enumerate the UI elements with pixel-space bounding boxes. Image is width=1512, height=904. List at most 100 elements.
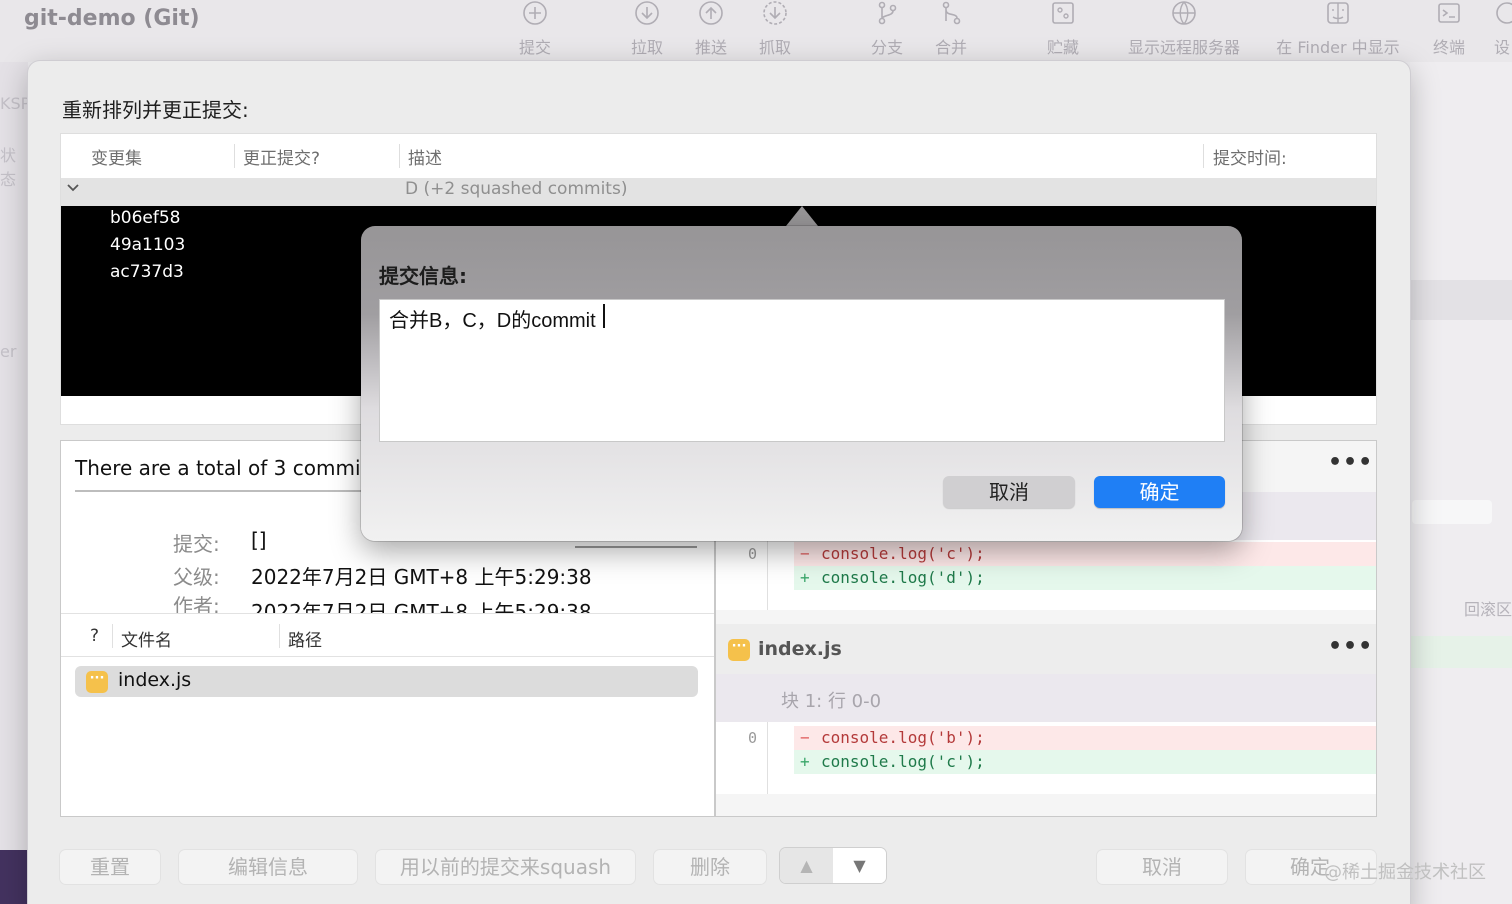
toolbar-stash-button[interactable]: 贮藏 bbox=[1028, 0, 1098, 60]
watermark: @稀土掘金技术社区 bbox=[1324, 862, 1486, 883]
toolbar-branch-label: 分支 bbox=[870, 38, 903, 57]
line-number: 0 bbox=[748, 545, 758, 563]
reset-button[interactable]: 重置 bbox=[60, 850, 160, 884]
edit-message-button[interactable]: 编辑信息 bbox=[179, 850, 357, 884]
hunk-label: 块 1: 行 0-0 bbox=[781, 691, 882, 712]
commit-label: 提交: bbox=[173, 532, 220, 556]
globe-icon bbox=[1172, 1, 1196, 25]
commit-value: [] bbox=[251, 528, 267, 552]
toolbar-settings-button[interactable]: 设 bbox=[1484, 0, 1512, 60]
parent-label: 父级: bbox=[173, 565, 220, 589]
toolbar-fetch-button[interactable]: 抓取 bbox=[740, 0, 810, 60]
finder-icon bbox=[1327, 2, 1349, 24]
toolbar-commit-button[interactable]: 提交 bbox=[500, 0, 570, 60]
text-caret bbox=[603, 304, 605, 328]
minus-sign: − bbox=[800, 728, 810, 747]
commit-hash[interactable]: 49a1103 bbox=[110, 235, 185, 255]
toolbar-commit-label: 提交 bbox=[518, 38, 551, 57]
squash-with-previous-button[interactable]: 用以前的提交来squash bbox=[376, 850, 635, 884]
branch-icon bbox=[878, 1, 897, 25]
delete-button[interactable]: 删除 bbox=[654, 850, 766, 884]
popover-pointer bbox=[786, 206, 818, 226]
arrow-down-dashed-circle-icon bbox=[763, 1, 787, 25]
move-down-button[interactable]: ▼ bbox=[833, 848, 886, 883]
column-separator bbox=[234, 144, 235, 168]
main-toolbar: 提交 拉取 推送 抓取 分支 合并 贮藏 显示远程服务器 在 Finder 中显… bbox=[0, 0, 1512, 62]
author-value: 2022年7月2日 GMT+8 上午5:29:38 bbox=[251, 600, 592, 613]
column-header-description[interactable]: 描述 bbox=[408, 144, 442, 169]
deleted-code: console.log('c'); bbox=[821, 544, 985, 563]
column-header-commit-time[interactable]: 提交时间: bbox=[1213, 144, 1287, 169]
arrow-down-circle-icon bbox=[635, 1, 659, 25]
background-dock-strip bbox=[0, 850, 30, 904]
sheet-title: 重新排列并更正提交: bbox=[62, 98, 249, 122]
background-right-text: 回滚区 bbox=[1464, 600, 1512, 619]
commit-message-input[interactable]: 合并B，C，D的commit bbox=[379, 299, 1225, 442]
popover-ok-button[interactable]: 确定 bbox=[1094, 476, 1225, 508]
popover-cancel-button[interactable]: 取消 bbox=[943, 476, 1075, 508]
column-separator bbox=[399, 144, 400, 168]
settings-icon bbox=[1496, 2, 1512, 24]
toolbar-show-in-finder-button[interactable]: 在 Finder 中显示 bbox=[1266, 0, 1410, 60]
toolbar-terminal-button[interactable]: 终端 bbox=[1414, 0, 1484, 60]
squashed-commit-row[interactable] bbox=[61, 178, 1376, 206]
column-header-path[interactable]: 路径 bbox=[288, 626, 322, 651]
minus-sign: − bbox=[800, 544, 810, 563]
file-name: index.js bbox=[118, 669, 192, 691]
toolbar-settings-label: 设 bbox=[1494, 38, 1511, 57]
chevron-down-icon[interactable] bbox=[66, 180, 80, 199]
merge-icon bbox=[942, 1, 961, 25]
toolbar-fetch-label: 抓取 bbox=[758, 38, 791, 57]
toolbar-show-remote-label: 显示远程服务器 bbox=[1127, 38, 1240, 57]
toolbar-terminal-label: 终端 bbox=[1432, 38, 1465, 57]
toolbar-show-remote-button[interactable]: 显示远程服务器 bbox=[1114, 0, 1254, 60]
squashed-commit-description: D (+2 squashed commits) bbox=[405, 179, 628, 199]
more-options-icon[interactable]: ••• bbox=[1328, 634, 1373, 659]
column-separator bbox=[112, 624, 113, 648]
js-file-icon: ··· bbox=[728, 639, 750, 661]
diff-file-name: index.js bbox=[758, 638, 842, 660]
author-label: 作者: bbox=[173, 594, 220, 613]
toolbar-branch-button[interactable]: 分支 bbox=[852, 0, 922, 60]
sidebar-text-status: 状态 bbox=[0, 146, 17, 189]
plus-sign: + bbox=[800, 568, 810, 587]
added-code: console.log('c'); bbox=[821, 752, 985, 771]
column-header-status[interactable]: ? bbox=[90, 626, 99, 646]
commit-hash[interactable]: ac737d3 bbox=[110, 262, 184, 282]
column-header-changeset[interactable]: 变更集 bbox=[91, 144, 142, 169]
cancel-button[interactable]: 取消 bbox=[1097, 850, 1227, 884]
column-separator bbox=[1203, 144, 1204, 168]
column-header-amend[interactable]: 更正提交? bbox=[243, 144, 320, 169]
added-code: console.log('d'); bbox=[821, 568, 985, 587]
toolbar-pull-button[interactable]: 拉取 bbox=[612, 0, 682, 60]
more-options-icon[interactable]: ••• bbox=[1328, 450, 1373, 475]
toolbar-stash-label: 贮藏 bbox=[1046, 38, 1079, 57]
parent-value: 2022年7月2日 GMT+8 上午5:29:38 bbox=[251, 565, 592, 589]
sidebar-text-ksp: KSP bbox=[0, 94, 31, 113]
background-right-strip bbox=[1410, 280, 1512, 320]
column-separator bbox=[279, 624, 280, 648]
commit-hash[interactable]: b06ef58 bbox=[110, 208, 181, 228]
toolbar-pull-label: 拉取 bbox=[630, 38, 663, 57]
popover-title: 提交信息: bbox=[379, 264, 467, 288]
plus-circle-icon bbox=[523, 1, 547, 25]
move-up-button[interactable]: ▲ bbox=[780, 848, 833, 883]
line-number: 0 bbox=[748, 729, 758, 747]
arrow-up-circle-icon bbox=[699, 1, 723, 25]
line-gutter bbox=[716, 722, 768, 794]
background-right-panel bbox=[1410, 62, 1512, 904]
line-gutter bbox=[716, 540, 768, 610]
sidebar-text-er: er bbox=[0, 342, 17, 361]
terminal-icon bbox=[1438, 3, 1460, 23]
deleted-code: console.log('b'); bbox=[821, 728, 985, 747]
background-right-field bbox=[1412, 500, 1492, 524]
background-sidebar: KSP 状态 er bbox=[0, 62, 31, 904]
stash-icon bbox=[1052, 2, 1074, 24]
toolbar-push-button[interactable]: 推送 bbox=[676, 0, 746, 60]
toolbar-push-label: 推送 bbox=[694, 38, 727, 57]
toolbar-merge-label: 合并 bbox=[934, 38, 967, 57]
window-title: git-demo (Git) bbox=[24, 6, 200, 31]
total-commits-text: There are a total of 3 commits bbox=[75, 456, 379, 480]
toolbar-merge-button[interactable]: 合并 bbox=[916, 0, 986, 60]
column-header-filename[interactable]: 文件名 bbox=[121, 626, 172, 651]
